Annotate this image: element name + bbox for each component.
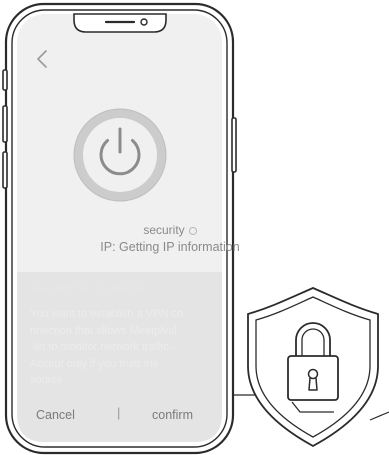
cancel-button[interactable]: Cancel: [36, 408, 75, 422]
sheet-title: Request for connection: [30, 283, 149, 295]
power-button[interactable]: [74, 109, 166, 201]
front-camera: [140, 18, 148, 26]
security-status: security: [60, 223, 280, 237]
button-separator: |: [117, 405, 121, 420]
ip-status: IP: Getting IP information: [100, 240, 240, 254]
security-label: security: [143, 223, 185, 237]
sheet-message: You want to establish a VPN co nnection …: [30, 308, 184, 386]
back-button[interactable]: [30, 44, 54, 74]
confirm-button[interactable]: confirm: [152, 408, 193, 422]
status-dot-icon: [188, 227, 197, 235]
shield-padlock-icon: [247, 287, 389, 448]
